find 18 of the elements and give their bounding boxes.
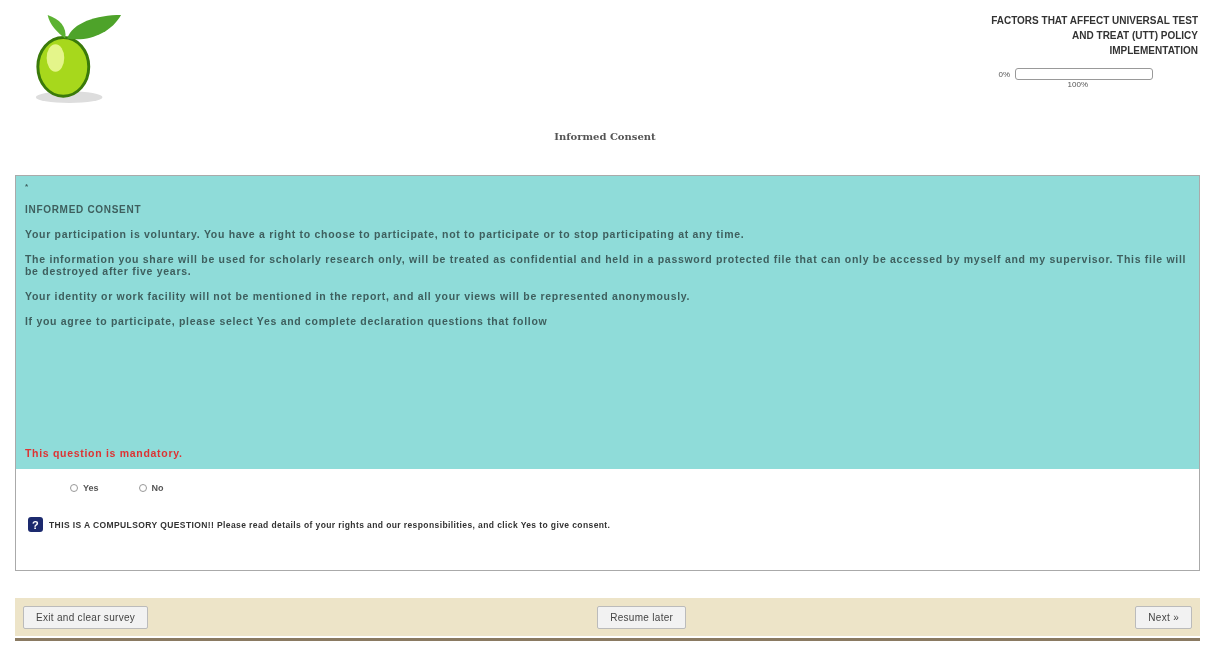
survey-title: FACTORS THAT AFFECT UNIVERSAL TEST AND TREAT (UTT) POLICY IMPLEMENTATION [990,14,1198,58]
help-text: THIS IS A COMPULSORY QUESTION!! Please read details of your rights and our responsibilities, and click Yes to give consent. [49,519,611,530]
consent-paragraph: Your identity or work facility will not be mentioned in the report, and all your views will be represented anonymously. [25,290,692,302]
group-title: Informed Consent [553,131,657,142]
radio-option[interactable]: Yes [70,483,99,493]
radio-option[interactable]: No [138,483,164,493]
nav-button[interactable]: Resume later [597,605,687,629]
nav-button[interactable]: Exit and clear survey [23,605,149,629]
consent-paragraph: Your participation is voluntary. You have a right to choose to participate, not to participate or to stop participating at any time. [25,228,746,240]
progress-start-label: 0% [998,69,1010,79]
nav-button[interactable]: Next » [1135,605,1192,629]
mandatory-note: This question is mandatory. [25,447,184,459]
question-heading: INFORMED CONSENT [25,204,143,215]
mandatory-mark: * [25,182,30,193]
consent-paragraph: If you agree to participate, please select Yes and complete declaration questions that follow [25,315,549,327]
help-icon: ? [28,517,43,532]
progress-end-label: 100% [1067,80,1088,89]
consent-paragraph: The information you share will be used for scholarly research only, will be treated as confidential and held in a password protected file that can only be accessed by myself and my supervisor. This file will be destroyed after five years. [25,253,1188,277]
